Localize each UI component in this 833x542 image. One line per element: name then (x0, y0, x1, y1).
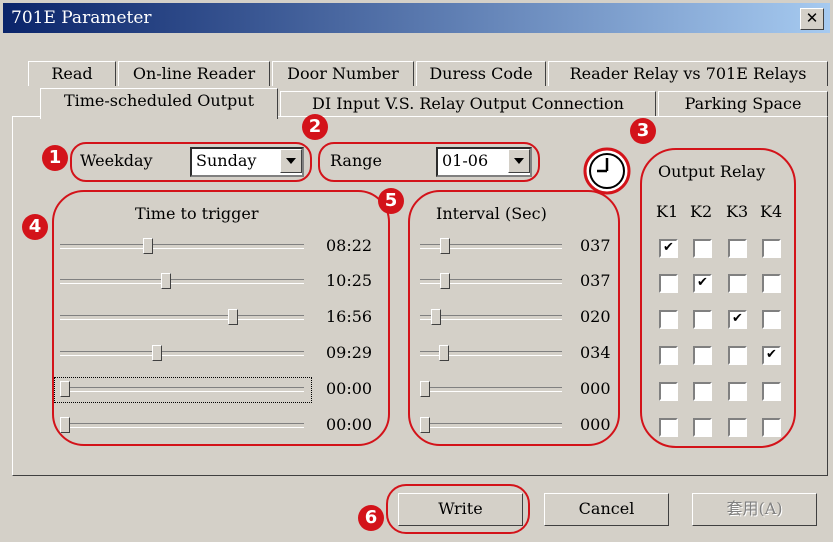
relay-k1-checkbox[interactable]: ✔ (659, 239, 678, 258)
tab-time-scheduled-output[interactable]: Time-scheduled Output (40, 88, 278, 119)
time-slider-track (60, 351, 304, 356)
relay-k2-checkbox[interactable] (693, 418, 712, 437)
interval-slider-thumb[interactable] (430, 309, 441, 325)
relay-k3-checkbox[interactable] (728, 418, 747, 437)
window-title: 701E Parameter (11, 8, 152, 28)
relay-k1-checkbox[interactable] (659, 310, 678, 329)
weekday-select[interactable]: Sunday (190, 147, 304, 177)
trigger-time-value: 00:00 (326, 379, 373, 398)
relay-k1-checkbox[interactable] (659, 346, 678, 365)
interval-value: 000 (580, 415, 611, 434)
marker-4: 4 (22, 214, 48, 240)
chevron-down-icon[interactable] (280, 149, 302, 173)
relay-k4-checkbox[interactable]: ✔ (762, 346, 781, 365)
time-slider-thumb[interactable] (152, 345, 163, 361)
trigger-time-value: 09:29 (326, 343, 373, 362)
relay-col-k1: K1 (656, 202, 679, 221)
relay-k2-checkbox[interactable] (693, 346, 712, 365)
range-value: 01-06 (442, 151, 489, 170)
time-slider-track (60, 315, 304, 320)
relay-k1-checkbox[interactable] (659, 274, 678, 293)
tab-parking-space[interactable]: Parking Space (658, 91, 828, 116)
tab-read[interactable]: Read (28, 61, 116, 86)
relay-col-k3: K3 (726, 202, 749, 221)
time-to-trigger-header: Time to trigger (135, 204, 259, 223)
relay-k2-checkbox[interactable] (693, 310, 712, 329)
relay-k3-checkbox[interactable] (728, 382, 747, 401)
marker-2: 2 (302, 114, 328, 140)
time-slider-track (60, 244, 304, 249)
weekday-value: Sunday (196, 151, 257, 170)
relay-k1-checkbox[interactable] (659, 418, 678, 437)
trigger-time-value: 16:56 (326, 307, 373, 326)
relay-k2-checkbox[interactable] (693, 239, 712, 258)
relay-k4-checkbox[interactable] (762, 418, 781, 437)
close-button[interactable]: ✕ (800, 8, 824, 30)
interval-slider-thumb[interactable] (440, 238, 451, 254)
clock-icon (583, 147, 631, 195)
tab-di-input[interactable]: DI Input V.S. Relay Output Connection (280, 91, 656, 116)
relay-k4-checkbox[interactable] (762, 274, 781, 293)
relay-col-k4: K4 (760, 202, 783, 221)
relay-col-k2: K2 (690, 202, 713, 221)
relay-k2-checkbox[interactable] (693, 382, 712, 401)
interval-value: 034 (580, 343, 611, 362)
time-slider-track (60, 423, 304, 428)
relay-k3-checkbox[interactable]: ✔ (728, 310, 747, 329)
interval-value: 020 (580, 307, 611, 326)
interval-value: 037 (580, 271, 611, 290)
highlight-output-relay (640, 148, 796, 448)
cancel-button[interactable]: Cancel (544, 493, 669, 526)
interval-slider-thumb[interactable] (438, 345, 449, 361)
interval-slider-track (420, 315, 562, 320)
trigger-time-value: 00:00 (326, 415, 373, 434)
marker-1: 1 (42, 145, 68, 171)
relay-k4-checkbox[interactable] (762, 382, 781, 401)
range-label: Range (330, 151, 382, 170)
tab-online-reader[interactable]: On-line Reader (118, 61, 270, 86)
relay-k4-checkbox[interactable] (762, 239, 781, 258)
write-button[interactable]: Write (398, 493, 523, 526)
interval-slider-thumb[interactable] (420, 417, 430, 433)
time-slider-thumb[interactable] (142, 238, 153, 254)
tab-duress-code[interactable]: Duress Code (416, 61, 546, 86)
marker-3: 3 (630, 118, 656, 144)
focus-rectangle (54, 377, 312, 403)
interval-slider-track (420, 387, 562, 392)
parameter-window: 701E Parameter ✕ Read On-line Reader Doo… (0, 0, 833, 542)
range-select[interactable]: 01-06 (436, 147, 532, 177)
trigger-time-value: 08:22 (326, 236, 373, 255)
relay-k2-checkbox[interactable]: ✔ (693, 274, 712, 293)
time-slider-track (60, 279, 304, 284)
chevron-down-icon[interactable] (508, 149, 530, 173)
marker-5: 5 (378, 188, 404, 214)
relay-k1-checkbox[interactable] (659, 382, 678, 401)
relay-k4-checkbox[interactable] (762, 310, 781, 329)
interval-slider-thumb[interactable] (420, 381, 430, 397)
interval-header: Interval (Sec) (436, 204, 547, 223)
interval-slider-thumb[interactable] (440, 273, 451, 289)
weekday-label: Weekday (80, 151, 153, 170)
marker-6: 6 (358, 505, 384, 531)
tab-door-number[interactable]: Door Number (272, 61, 414, 86)
time-slider-thumb[interactable] (161, 273, 172, 289)
relay-k3-checkbox[interactable] (728, 346, 747, 365)
relay-k3-checkbox[interactable] (728, 274, 747, 293)
interval-slider-track (420, 423, 562, 428)
interval-value: 000 (580, 379, 611, 398)
tab-reader-relay[interactable]: Reader Relay vs 701E Relays (548, 61, 828, 86)
interval-value: 037 (580, 236, 611, 255)
apply-button[interactable]: 套用(A) (692, 493, 817, 526)
time-slider-thumb[interactable] (60, 417, 70, 433)
title-bar[interactable]: 701E Parameter ✕ (3, 3, 830, 33)
output-relay-header: Output Relay (658, 162, 766, 181)
time-slider-thumb[interactable] (227, 309, 238, 325)
relay-k3-checkbox[interactable] (728, 239, 747, 258)
trigger-time-value: 10:25 (326, 271, 373, 290)
